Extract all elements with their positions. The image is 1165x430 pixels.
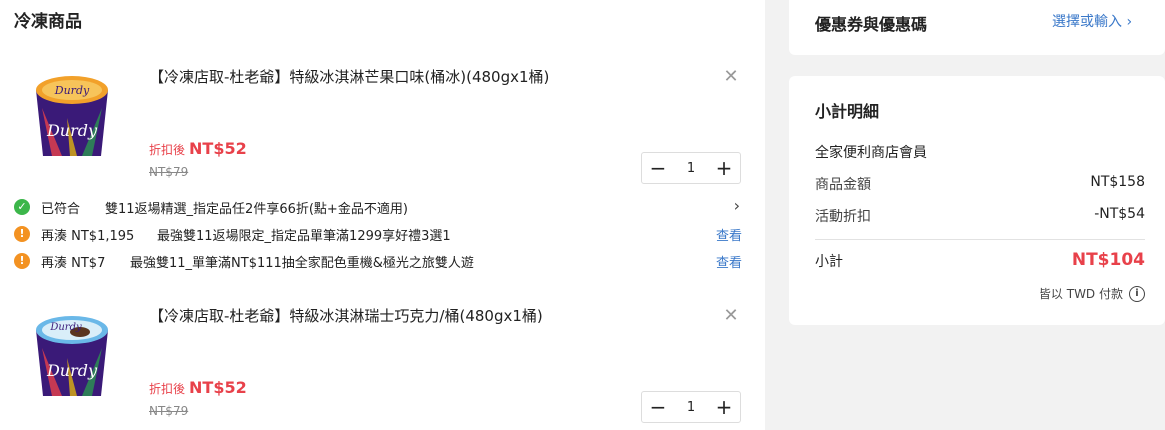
subtotal-label: 小計	[815, 254, 843, 270]
coupon-title: 優惠券與優惠碼	[815, 15, 928, 34]
summary-row: 活動折扣 -NT$54	[815, 206, 1145, 226]
svg-text:Durdy: Durdy	[49, 322, 82, 333]
product-name[interactable]: 【冷凍店取-杜老爺】特級冰淇淋芒果口味(桶冰)(480gx1桶)	[149, 66, 549, 87]
view-promotion-link[interactable]: 查看	[716, 225, 742, 244]
order-summary-panel: 優惠券與優惠碼 選擇或輸入 › 小計明細 全家便利商店會員 商品金額 NT$15…	[765, 0, 1165, 430]
svg-text:Durdy: Durdy	[46, 121, 98, 140]
summary-row-value: NT$158	[1090, 174, 1145, 190]
product-image[interactable]: Durdy Durdy	[22, 308, 122, 400]
promotion-status: 再湊 NT$7	[41, 256, 106, 271]
discount-price-row: 折扣後 NT$52	[149, 139, 247, 158]
product-image[interactable]: Durdy Durdy	[22, 68, 122, 160]
currency-note-text: 皆以 TWD 付款	[1038, 287, 1123, 301]
original-price: NT$79	[149, 404, 189, 418]
promotion-row[interactable]: ✓ 已符合 雙11返場精選_指定品任2件享66折(點+金品不適用) ›	[14, 196, 742, 218]
section-title: 冷凍商品	[14, 12, 82, 32]
discount-price: NT$52	[189, 139, 247, 158]
discount-price: NT$52	[189, 378, 247, 397]
promotion-text: 最強雙11返場限定_指定品單筆滿1299享好禮3選1	[157, 229, 451, 244]
quantity-input[interactable]: 1	[674, 400, 708, 415]
summary-row: 商品金額 NT$158	[815, 174, 1145, 194]
cart-items-panel: 冷凍商品 Durdy Durdy 【冷凍店取-杜老爺】特級冰淇淋芒果口味(桶冰)…	[0, 0, 765, 430]
member-type: 全家便利商店會員	[815, 145, 927, 161]
product-name[interactable]: 【冷凍店取-杜老爺】特級冰淇淋瑞士巧克力/桶(480gx1桶)	[149, 305, 543, 326]
discount-price-row: 折扣後 NT$52	[149, 378, 247, 397]
quantity-stepper: − 1 +	[641, 391, 741, 423]
promotion-status: 再湊 NT$1,195	[41, 229, 135, 244]
subtotal-value: NT$104	[1071, 250, 1145, 270]
chevron-right-icon: ›	[1126, 14, 1133, 30]
currency-note: 皆以 TWD 付款 i	[1039, 285, 1145, 302]
summary-title: 小計明細	[815, 102, 880, 121]
quantity-input[interactable]: 1	[674, 161, 708, 176]
summary-row-value: -NT$54	[1094, 206, 1145, 222]
summary-row-label: 商品金額	[815, 177, 871, 193]
summary-row-label: 活動折扣	[815, 209, 871, 225]
svg-text:Durdy: Durdy	[46, 361, 98, 380]
decrease-button[interactable]: −	[642, 153, 674, 183]
view-promotion-link[interactable]: 查看	[716, 252, 742, 271]
info-icon[interactable]: i	[1129, 285, 1145, 302]
chevron-right-icon[interactable]: ›	[734, 196, 740, 215]
original-price: NT$79	[149, 165, 189, 179]
remove-item-icon[interactable]: ✕	[721, 67, 741, 87]
discount-label: 折扣後	[149, 143, 186, 157]
decrease-button[interactable]: −	[642, 392, 674, 422]
summary-card: 小計明細 全家便利商店會員 商品金額 NT$158 活動折扣 -NT$54 小計…	[789, 76, 1165, 325]
promotion-status: 已符合	[41, 202, 81, 217]
increase-button[interactable]: +	[708, 153, 740, 183]
promotion-text: 最強雙11_單筆滿NT$111抽全家配色重機&極光之旅雙人遊	[130, 256, 474, 271]
coupon-select-link[interactable]: 選擇或輸入 ›	[1052, 11, 1132, 31]
check-icon: ✓	[14, 199, 30, 215]
remove-item-icon[interactable]: ✕	[721, 306, 741, 326]
quantity-stepper: − 1 +	[641, 152, 741, 184]
coupon-card[interactable]: 優惠券與優惠碼 選擇或輸入 ›	[789, 0, 1165, 55]
coupon-link-label: 選擇或輸入	[1052, 14, 1122, 30]
svg-text:Durdy: Durdy	[54, 84, 90, 97]
promotion-row: ! 再湊 NT$7 最強雙11_單筆滿NT$111抽全家配色重機&極光之旅雙人遊…	[14, 250, 742, 272]
alert-icon: !	[14, 226, 30, 242]
promotion-row: ! 再湊 NT$1,195 最強雙11返場限定_指定品單筆滿1299享好禮3選1…	[14, 223, 742, 245]
alert-icon: !	[14, 253, 30, 269]
discount-label: 折扣後	[149, 382, 186, 396]
promotion-text: 雙11返場精選_指定品任2件享66折(點+金品不適用)	[105, 202, 408, 217]
increase-button[interactable]: +	[708, 392, 740, 422]
divider	[815, 239, 1145, 240]
